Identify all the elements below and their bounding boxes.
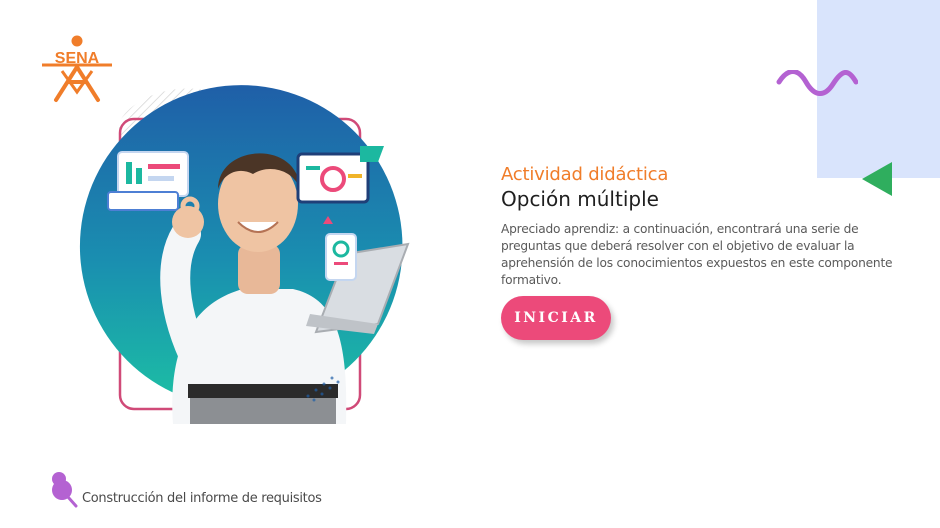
push-pin-icon	[52, 472, 78, 508]
start-button[interactable]: INICIAR	[501, 296, 611, 340]
activity-info: Actividad didáctica Opción múltiple Apre…	[501, 164, 921, 289]
activity-title: Opción múltiple	[501, 187, 659, 211]
activity-description: Apreciado aprendiz: a continuación, enco…	[501, 222, 893, 287]
activity-subtitle: Actividad didáctica	[501, 164, 669, 185]
footer-course-title: Construcción del informe de requisitos	[82, 491, 322, 506]
wave-decoration	[776, 70, 858, 96]
footer: Construcción del informe de requisitos	[48, 466, 322, 508]
hero-illustration	[79, 85, 410, 424]
